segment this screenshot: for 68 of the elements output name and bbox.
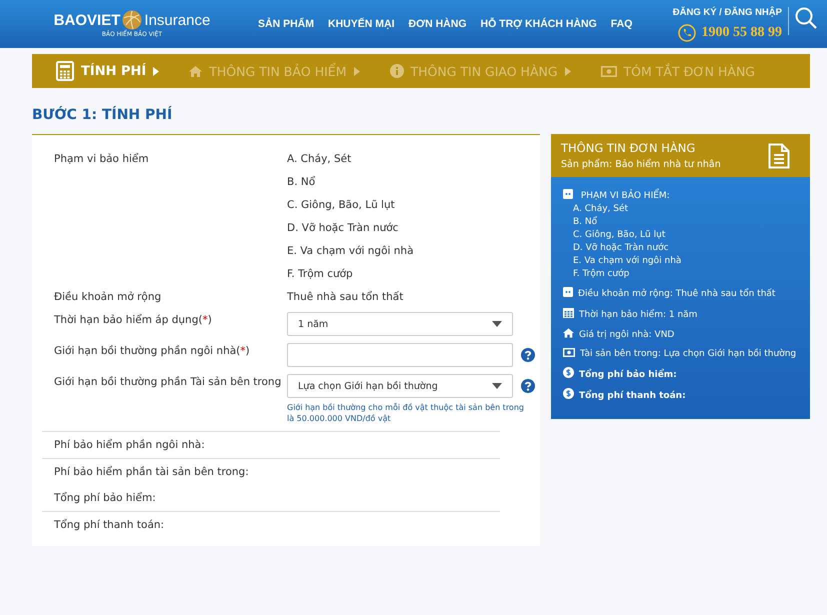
summary-title: THÔNG TIN ĐƠN HÀNG [561,141,696,155]
field-label: Giới hạn bồi thường phần ngôi nhà(*) [54,344,251,359]
login-link[interactable]: ĐĂNG KÝ / ĐĂNG NHẬP [672,6,782,18]
coverage-item: D. Vỡ hoặc Tràn nước [287,221,400,236]
summary-item: Tổng phí bảo hiểm: [563,367,798,382]
summary-coverage-item: B. Nổ [573,216,598,229]
summary-item: Tài sản bên trong: Lựa chọn Giới hạn bồi thường [563,348,798,361]
calendar-icon [563,307,574,318]
step-tab[interactable]: TÍNH PHÍ [56,61,160,81]
caret-icon [153,66,160,76]
help-icon[interactable] [521,348,535,362]
dollar-icon [563,388,574,399]
home-icon [189,66,202,76]
dropdown-arrow-icon [492,321,502,327]
field-value: Thuê nhà sau tổn thất [287,290,404,305]
summary-coverage-item: A. Cháy, Sét [573,203,630,216]
nav-link[interactable]: FAQ [610,18,632,30]
coverage-item: A. Cháy, Sét [287,152,352,167]
nav-link[interactable]: SẢN PHẨM [258,18,314,30]
select-field[interactable]: Lựa chọn Giới hạn bồi thường [287,374,513,398]
select-field[interactable]: 1 năm [287,312,513,336]
hotline-number: 1900 55 88 99 [702,24,782,40]
caret-icon [354,66,360,76]
coverage-item: B. Nổ [287,175,316,190]
home-icon [563,328,574,338]
nav-link[interactable]: ĐƠN HÀNG [408,18,466,30]
page-title: BƯỚC 1: TÍNH PHÍ [32,107,174,123]
dropdown-arrow-icon [492,383,502,389]
summary-item: PHẠM VI BẢO HIỂM: [563,191,670,201]
field-label: Phạm vi bảo hiểm [54,152,150,167]
coverage-item: E. Va chạm với ngôi nhà [287,244,414,259]
fee-label: Phí bảo hiểm phần tài sản bên trong: [42,458,500,485]
dollar-icon [563,367,574,378]
nav-link[interactable]: KHUYẾN MẠI [328,18,395,30]
summary-coverage-item: C. Giông, Bão, Lũ lụt [573,229,666,242]
tag-icon [563,287,573,297]
calculator-icon [56,61,74,81]
summary-item: Thời hạn bảo hiểm: 1 năm [563,307,798,322]
fee-label: Phí bảo hiểm phần ngôi nhà: [42,431,500,458]
hint-text: Giới hạn bồi thường cho mỗi đồ vật thuộc tài sản bên trong là 50.000.000 VND/đồ vật [287,402,525,424]
summary-coverage-item: E. Va chạm với ngôi nhà [573,255,682,268]
summary-coverage-item: D. Vỡ hoặc Tràn nước [573,242,670,255]
summary-product: Sản phẩm: Bảo hiểm nhà tư nhân [561,159,721,170]
summary-item: Giá trị ngôi nhà: VND [563,328,798,342]
document-icon [768,142,790,168]
field-label: Điều khoản mở rộng [54,290,162,305]
caret-icon [564,66,571,76]
globe-logo-icon [122,10,142,30]
coverage-item: F. Trộm cướp [287,267,354,282]
money-icon [600,66,617,76]
field-label: Giới hạn bồi thường phần Tài sản bên trong [54,375,282,390]
summary-coverage-item: F. Trộm cướp [573,268,630,281]
money-icon [563,348,575,357]
help-icon[interactable] [521,379,535,393]
coverage-item: C. Giông, Bão, Lũ lụt [287,198,396,213]
summary-item: Điều khoản mở rộng: Thuê nhà sau tổn thất [563,287,798,301]
search-icon[interactable] [795,6,817,28]
summary-item: Tổng phí thanh toán: [563,388,798,403]
info-icon [390,64,404,78]
nav-link[interactable]: HỖ TRỢ KHÁCH HÀNG [480,18,597,30]
tag-icon [563,189,573,199]
input-field[interactable] [287,343,513,367]
field-label: Thời hạn bảo hiểm áp dụng(*) [54,313,213,328]
phone-icon [678,24,696,42]
logo-suffix: Insurance [144,12,210,28]
logo-brand: BAOVIET [54,12,120,28]
fee-label: Tổng phí thanh toán: [42,511,500,538]
fee-label: Tổng phí bảo hiểm: [53,491,157,506]
